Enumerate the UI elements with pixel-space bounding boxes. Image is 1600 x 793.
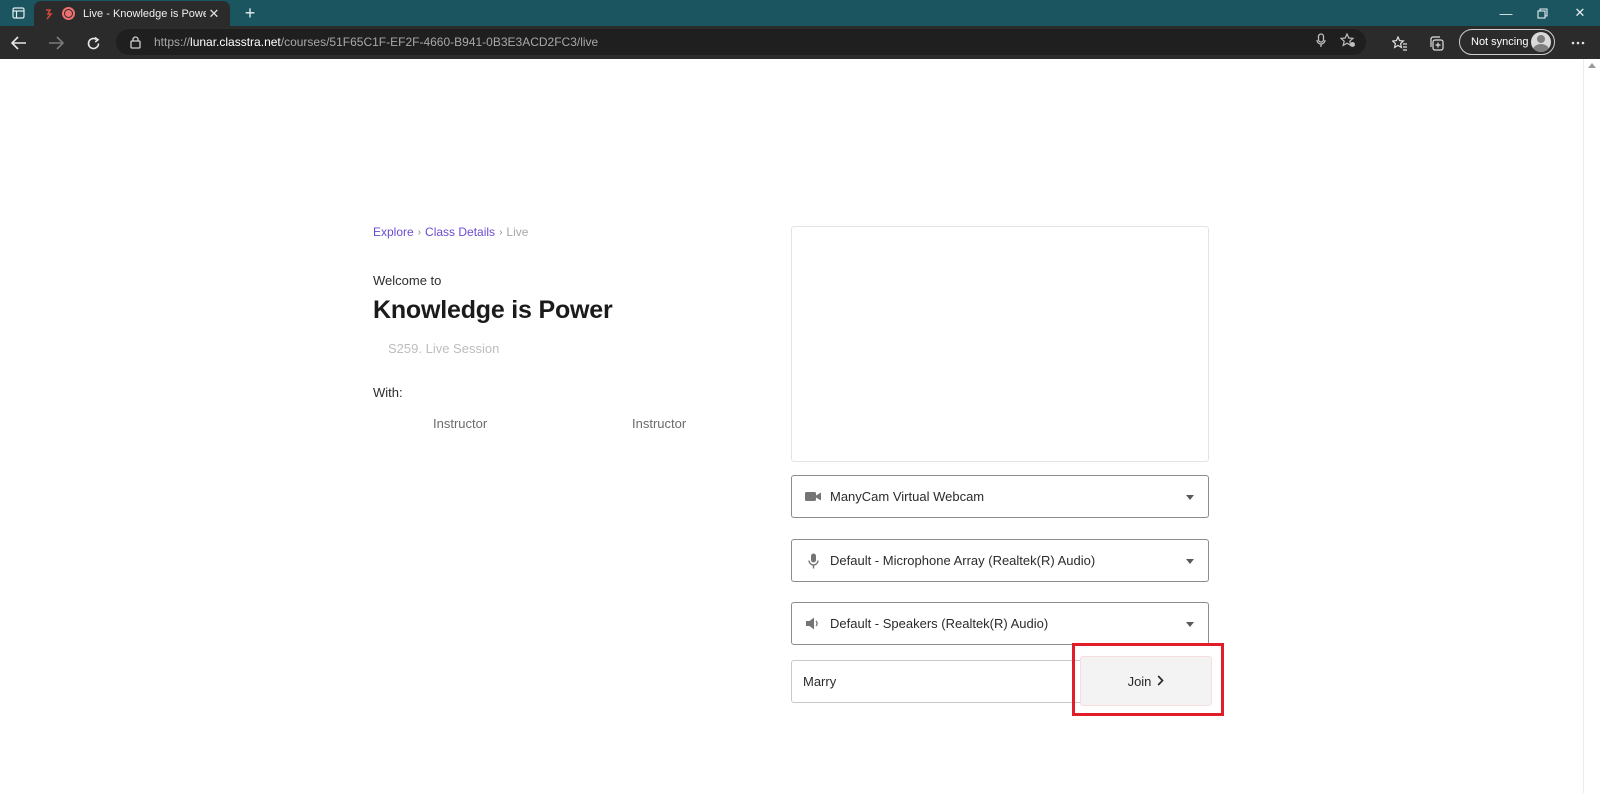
favorites-icon[interactable] [1387,30,1413,56]
chevron-right-icon [1157,674,1165,689]
camera-select[interactable]: ManyCam Virtual Webcam [791,475,1209,518]
speaker-select[interactable]: Default - Speakers (Realtek(R) Audio) [791,602,1209,645]
url-path: /courses/51F65C1F-EF2F-4660-B941-0B3E3AC… [280,35,599,49]
address-bar[interactable]: https://lunar.classtra.net/courses/51F65… [116,29,1366,55]
join-button-label: Join [1127,673,1152,689]
speaker-select-value: Default - Speakers (Realtek(R) Audio) [830,616,1049,631]
sync-label: Not syncing [1471,36,1529,48]
chevron-down-icon [1186,559,1194,564]
with-label: With: [373,385,403,400]
microphone-select-value: Default - Microphone Array (Realtek(R) A… [830,553,1096,568]
profile-sync-button[interactable]: Not syncing [1459,29,1555,55]
breadcrumb: Explore › Class Details › Live [373,225,528,239]
close-window-icon[interactable]: ✕ [1562,0,1598,26]
chevron-right-icon: › [499,226,503,238]
mic-permission-icon[interactable] [1316,33,1326,51]
chevron-right-icon: › [417,226,422,238]
minimize-icon[interactable]: — [1488,0,1524,26]
browser-tab-bar: Live - Knowledge is Power | ✕ + — ✕ [0,0,1600,26]
camera-preview [791,226,1209,462]
camera-select-value: ManyCam Virtual Webcam [830,489,985,504]
more-menu-icon[interactable] [1565,30,1591,56]
page-title: Knowledge is Power [373,296,613,324]
tab-actions-icon[interactable] [0,0,36,26]
restore-icon[interactable] [1524,0,1560,26]
url-host: lunar.classtra.net [190,35,281,49]
browser-toolbar: https://lunar.classtra.net/courses/51F65… [0,26,1600,59]
collections-icon[interactable] [1423,30,1449,56]
session-label: S259. Live Session [388,341,500,356]
new-tab-icon[interactable]: + [238,2,262,24]
breadcrumb-explore[interactable]: Explore [373,225,414,239]
recording-indicator-icon [62,7,75,20]
display-name-input[interactable] [791,660,1091,703]
microphone-select[interactable]: Default - Microphone Array (Realtek(R) A… [791,539,1209,582]
scroll-up-icon[interactable] [1588,63,1596,68]
url-scheme: https:// [154,35,191,49]
video-camera-icon [804,488,822,506]
refresh-icon[interactable] [80,30,106,56]
welcome-text: Welcome to [373,273,442,288]
add-favorite-icon[interactable] [1339,32,1356,51]
speaker-icon [804,615,822,633]
profile-avatar-icon [1531,32,1551,52]
instructor-name: Instructor [433,416,488,431]
chevron-down-icon [1186,622,1194,627]
chevron-down-icon [1186,495,1194,500]
tab-close-icon[interactable]: ✕ [206,6,222,22]
lock-icon [130,35,144,49]
breadcrumb-live: Live [506,225,529,239]
microphone-icon [804,552,822,570]
page-scrollbar[interactable] [1583,59,1600,793]
instructor-name: Instructor [632,416,687,431]
back-icon[interactable] [6,30,32,56]
forward-icon[interactable] [43,30,69,56]
site-favicon-icon [42,7,56,21]
breadcrumb-class-details[interactable]: Class Details [425,225,495,239]
browser-tab-active[interactable]: Live - Knowledge is Power | ✕ [34,1,230,26]
join-button[interactable]: Join [1080,656,1212,706]
tab-title: Live - Knowledge is Power | [83,7,206,20]
